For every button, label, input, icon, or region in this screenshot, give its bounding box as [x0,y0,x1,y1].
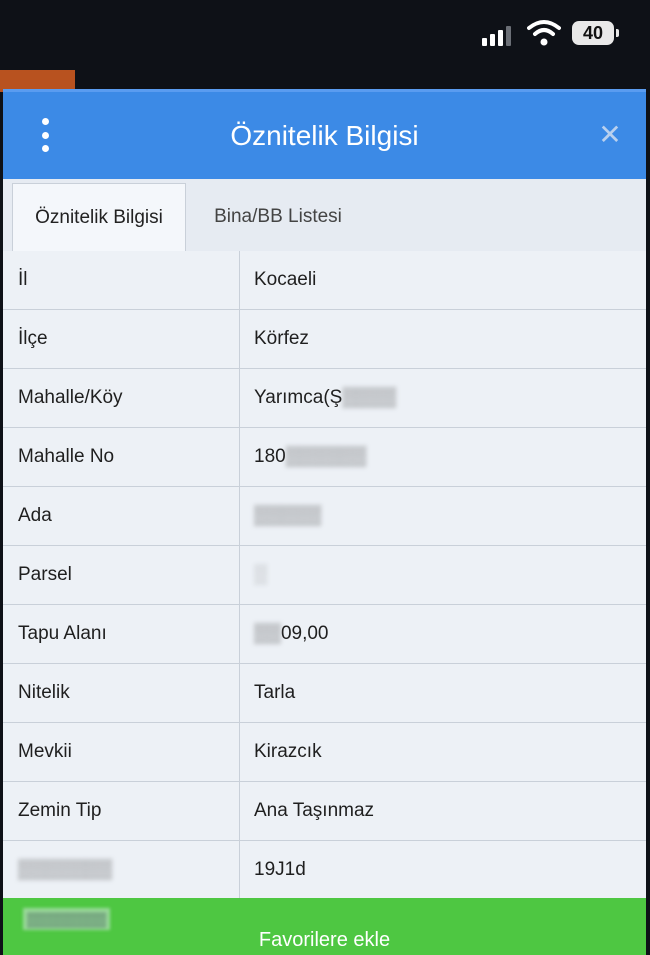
row-value: Yarımca(Ş▒▒▒▒ [254,369,396,427]
table-row-ada: Ada ▒▒▒▒▒ [3,487,646,546]
row-value: 180▒▒▒▒▒▒ [254,428,366,486]
cell-divider [239,428,240,486]
close-icon[interactable]: ✕ [595,120,625,150]
row-value: 19J1d [254,859,306,880]
table-row-nitelik: Nitelik Tarla [3,664,646,723]
redacted-text: ▒▒▒▒▒▒▒ [18,859,113,880]
row-value-text: Yarımca(Ş [254,387,343,408]
table-row-mahalle-no: Mahalle No 180▒▒▒▒▒▒ [3,428,646,487]
cellular-signal-icon [482,24,518,46]
cell-divider [239,369,240,427]
modal-header: Öznitelik Bilgisi ✕ [3,89,646,179]
redacted-text: ▒▒▒▒▒▒▒▒ [23,908,111,930]
redacted-text: ▒▒▒▒▒▒ [285,446,367,467]
battery-indicator: 40 [572,21,614,45]
row-label: İl [18,269,28,290]
cell-divider [239,723,240,781]
modal-title: Öznitelik Bilgisi [230,120,419,151]
table-row-mevkii: Mevkii Kirazcık [3,723,646,782]
row-value: Kocaeli [254,269,317,290]
table-row-ilce: İlçe Körfez [3,310,646,369]
table-row-parsel: Parsel ▒ [3,546,646,605]
row-label: ▒▒▒▒▒▒▒ [18,841,112,899]
redacted-text: ▒▒▒▒▒ [254,505,322,526]
row-value: Körfez [254,328,309,349]
row-value-text: 09,00 [280,623,329,644]
attribute-table: İl Kocaeli İlçe Körfez Mahalle/Köy Yarım… [3,251,646,900]
cell-divider [239,251,240,309]
add-to-favorites-label: Favorilere ekle [258,929,391,951]
cell-divider [239,310,240,368]
row-label: Zemin Tip [18,800,102,821]
row-value: Kirazcık [254,741,322,762]
row-label: Nitelik [18,682,70,703]
wifi-icon [527,20,561,46]
table-row-redacted: ▒▒▒▒▒▒▒ 19J1d [3,841,646,900]
row-label: Mahalle No [18,446,115,467]
row-value: Ana Taşınmaz [254,800,375,821]
cell-divider [239,546,240,604]
row-value: ▒▒09,00 [254,605,328,663]
battery-tip [616,29,619,37]
row-label: Mevkii [18,741,72,762]
row-value: Tarla [254,682,296,703]
status-bar: 40 [0,0,650,70]
tab-attribute-info[interactable]: Öznitelik Bilgisi [12,183,186,252]
cell-divider [239,841,240,899]
cell-divider [239,605,240,663]
add-to-favorites-button[interactable]: ▒▒▒▒▒▒▒▒ Favorilere ekle [3,898,646,955]
attribute-info-modal: Öznitelik Bilgisi ✕ Öznitelik Bilgisi Bi… [3,89,646,955]
tab-bar: Öznitelik Bilgisi Bina/BB Listesi [3,179,646,252]
kebab-menu-icon[interactable] [35,118,55,152]
row-value: ▒ [254,546,267,604]
cell-divider [239,487,240,545]
cell-divider [239,782,240,840]
cell-divider [239,664,240,722]
row-value: ▒▒▒▒▒ [254,487,321,545]
tab-building-list[interactable]: Bina/BB Listesi [185,183,371,251]
table-row-mahalle: Mahalle/Köy Yarımca(Ş▒▒▒▒ [3,369,646,428]
table-row-tapu-alani: Tapu Alanı ▒▒09,00 [3,605,646,664]
table-row-il: İl Kocaeli [3,251,646,310]
row-value-text: 180 [254,446,286,467]
redacted-text: ▒▒▒▒ [342,387,397,408]
redacted-text: ▒ [254,564,268,585]
row-label: Ada [18,505,52,526]
row-label: Parsel [18,564,72,585]
row-label: İlçe [18,328,48,349]
row-label: Mahalle/Köy [18,387,123,408]
redacted-text: ▒▒ [254,623,281,644]
table-row-zemin-tip: Zemin Tip Ana Taşınmaz [3,782,646,841]
row-label: Tapu Alanı [18,623,107,644]
